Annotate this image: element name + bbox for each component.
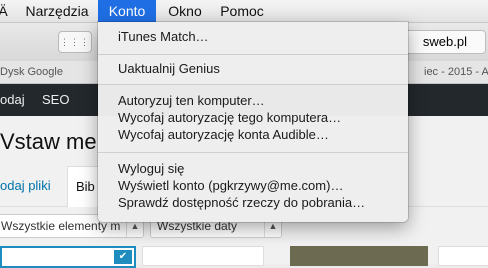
top-sites-button[interactable]: ⋮⋮⋮ xyxy=(58,31,92,53)
attachment-thumbnail[interactable]: ✔ xyxy=(0,246,136,268)
konto-dropdown-menu: iTunes Match… Uaktualnij Genius Autoryzu… xyxy=(98,22,408,222)
attachments-grid: ✔ xyxy=(0,246,488,268)
menu-item-itunes-match[interactable]: iTunes Match… xyxy=(118,28,209,46)
attachment-thumbnail[interactable] xyxy=(438,246,488,266)
checkmark-icon[interactable]: ✔ xyxy=(114,250,132,264)
attachment-thumbnail[interactable] xyxy=(142,246,264,266)
menu-okno[interactable]: Okno xyxy=(160,0,210,22)
menu-bar: Ä Narzędzia Konto Okno Pomoc xyxy=(0,0,488,23)
page-title: Vstaw me xyxy=(0,129,97,154)
menu-item-authorize-computer[interactable]: Autoryzuj ten komputer… xyxy=(118,92,265,110)
menu-separator xyxy=(98,152,408,153)
menu-item-check-downloads[interactable]: Sprawdź dostępność rzeczy do pobrania… xyxy=(118,194,365,212)
menu-konto[interactable]: Konto xyxy=(98,0,156,22)
menu-item-sign-out[interactable]: Wyloguj się xyxy=(118,160,184,178)
menu-previous[interactable]: Ä xyxy=(0,0,12,22)
bookmark-dysk-google[interactable]: Dysk Google xyxy=(0,61,63,83)
url-text: sweb.pl xyxy=(422,34,467,49)
tab-upload-files[interactable]: odaj pliki xyxy=(0,166,51,206)
menu-item-update-genius[interactable]: Uaktualnij Genius xyxy=(118,60,220,78)
admin-seo[interactable]: SEO xyxy=(42,84,69,116)
attachment-thumbnail[interactable] xyxy=(290,246,428,266)
menu-item-deauthorize-computer[interactable]: Wycofaj autoryzację tego komputera… xyxy=(118,109,341,127)
menu-separator xyxy=(98,54,408,55)
bookmark-item[interactable]: iec - 2015 - A xyxy=(424,61,488,83)
menu-item-view-account[interactable]: Wyświetl konto (pgkrzywy@me.com)… xyxy=(118,177,343,195)
menu-narzedzia[interactable]: Narzędzia xyxy=(18,0,96,22)
menu-separator xyxy=(98,84,408,85)
menu-pomoc[interactable]: Pomoc xyxy=(212,0,272,22)
grid-icon: ⋮⋮⋮ xyxy=(60,37,90,47)
admin-add-new[interactable]: odaj xyxy=(0,84,25,116)
menu-item-deauthorize-audible[interactable]: Wycofaj autoryzację konta Audible… xyxy=(118,126,329,144)
